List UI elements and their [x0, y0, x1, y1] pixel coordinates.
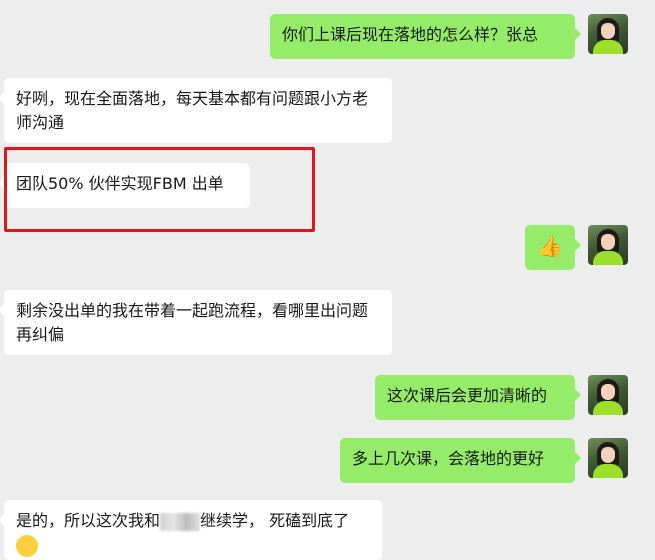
avatar[interactable]	[588, 375, 628, 415]
message-text: 这次课后会更加清晰的	[387, 386, 548, 405]
chat-bubble-outgoing[interactable]: 多上几次课，会落地的更好	[340, 438, 581, 483]
message-text: 你们上课后现在落地的怎么样？张总	[282, 25, 539, 44]
chat-bubble-outgoing[interactable]: 这次课后会更加清晰的	[375, 375, 581, 420]
highlight-box	[4, 147, 315, 232]
chat-bubble-outgoing[interactable]: 你们上课后现在落地的怎么样？张总	[270, 14, 581, 59]
chat-bubble-outgoing[interactable]: 👍	[525, 225, 581, 270]
message-text: 剩余没出单的我在带着一起跑流程，看哪里出问题再纠偏	[16, 301, 369, 344]
chat-bubble-incoming[interactable]: 是的，所以这次我和 继续学， 死磕到底了	[0, 500, 382, 560]
smile-emoji-icon	[16, 535, 38, 557]
avatar[interactable]	[588, 14, 628, 54]
message-text: 多上几次课，会落地的更好	[352, 449, 545, 468]
message-text-after: 继续学， 死磕到底了	[200, 511, 350, 530]
thumbs-up-icon: 👍	[537, 234, 563, 258]
chat-bubble-incoming[interactable]: 剩余没出单的我在带着一起跑流程，看哪里出问题再纠偏	[0, 290, 392, 355]
avatar[interactable]	[588, 225, 628, 265]
message-text: 好咧，现在全面落地，每天基本都有问题跟小方老师沟通	[16, 89, 369, 132]
message-text-before: 是的，所以这次我和	[16, 511, 161, 530]
chat-bubble-incoming[interactable]: 好咧，现在全面落地，每天基本都有问题跟小方老师沟通	[0, 78, 392, 143]
redacted-name	[160, 512, 201, 531]
avatar[interactable]	[588, 438, 628, 478]
